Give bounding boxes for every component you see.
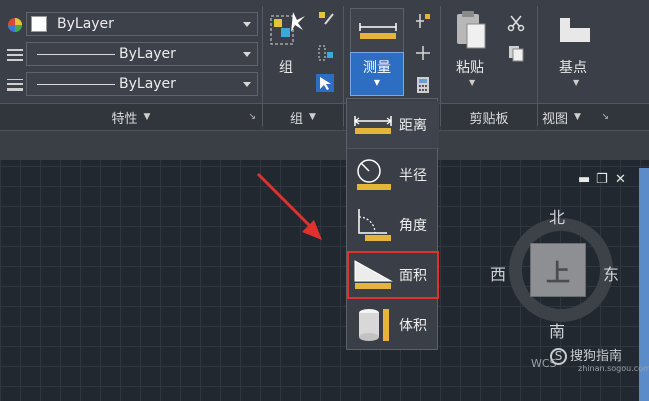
linetype-combo[interactable]: ByLayer: [26, 42, 258, 66]
linetype-value: ByLayer: [119, 46, 176, 62]
caret-down-icon: ▼: [309, 112, 316, 122]
measure-button-label: 测量: [363, 60, 391, 76]
properties-panel-footer[interactable]: 特性 ▼ ↘: [0, 103, 262, 130]
compass-east[interactable]: 东: [603, 261, 619, 285]
watermark-url: zhinan.sogou.com: [578, 364, 649, 373]
dialog-launcher-icon[interactable]: ↘: [601, 112, 609, 122]
base-point-label[interactable]: 基点: [559, 57, 587, 77]
group-selection-icon[interactable]: [316, 74, 334, 92]
ungroup-icon[interactable]: [317, 10, 335, 28]
view-panel-title: 视图: [542, 111, 569, 127]
restore-icon[interactable]: ❐: [596, 172, 608, 187]
group-button-label[interactable]: 组: [279, 57, 293, 77]
caret-down-icon[interactable]: ▼: [469, 78, 475, 87]
radius-icon: [357, 159, 391, 190]
measure-button[interactable]: 测量 ▼: [350, 52, 404, 96]
watermark: S 搜狗指南: [550, 345, 622, 365]
lineweight-icon[interactable]: [6, 76, 24, 94]
chevron-down-icon: [243, 82, 251, 87]
group-panel: 组 组 ▼: [263, 0, 343, 130]
clipboard-panel: 粘贴 ▼ 剪贴板: [441, 0, 537, 130]
measure-top-area[interactable]: [350, 8, 404, 52]
clipboard-panel-footer[interactable]: 剪贴板: [441, 103, 537, 130]
sogou-logo-icon: S: [550, 348, 567, 365]
menu-item-label: 半径: [399, 168, 427, 184]
caret-down-icon[interactable]: ▼: [573, 78, 579, 87]
menu-item-label: 体积: [399, 318, 427, 334]
measure-distance-icon: [359, 23, 397, 39]
caret-down-icon: ▼: [143, 112, 151, 122]
group-edit-icon[interactable]: [317, 44, 335, 62]
line-preview: [37, 53, 115, 55]
lineweight-value: ByLayer: [119, 76, 176, 92]
menu-item-volume[interactable]: 体积: [347, 301, 439, 349]
viewcube-top-face[interactable]: 上: [530, 243, 586, 297]
color-swatch: [31, 16, 47, 32]
compass-west[interactable]: 西: [490, 261, 506, 285]
menu-item-area[interactable]: 面积: [347, 251, 439, 299]
menu-item-angle[interactable]: 角度: [347, 201, 439, 249]
angle-icon: [358, 209, 391, 241]
menu-item-label: 角度: [399, 218, 427, 234]
distance-icon: [354, 115, 392, 134]
group-panel-title: 组: [290, 111, 304, 127]
scissors-icon[interactable]: [507, 14, 525, 32]
calculator-icon[interactable]: [414, 76, 432, 94]
menu-item-label: 距离: [399, 117, 427, 134]
minimize-icon[interactable]: ▬: [578, 172, 590, 187]
pointer-arrow-annotation: [256, 172, 322, 240]
dialog-launcher-icon[interactable]: ↘: [248, 112, 256, 122]
lineweight-combo[interactable]: ByLayer: [26, 72, 258, 96]
view-panel: 基点 ▼ 视图 ▼ ↘: [538, 0, 649, 130]
paste-button-label[interactable]: 粘贴: [456, 57, 484, 77]
color-wheel-icon[interactable]: [6, 16, 24, 34]
watermark-text: 搜狗指南: [570, 349, 623, 364]
group-panel-footer[interactable]: 组 ▼: [263, 103, 343, 130]
measure-dropdown-menu: 距离 半径 角度 面积 体积: [346, 98, 439, 350]
quick-select-icon[interactable]: [414, 12, 432, 30]
caret-down-icon: ▼: [574, 112, 581, 122]
properties-panel-title: 特性: [111, 111, 138, 127]
compass-north[interactable]: 北: [549, 204, 565, 228]
file-tab-strip: [0, 130, 649, 160]
linetype-icon[interactable]: [6, 46, 24, 64]
view-panel-footer[interactable]: 视图 ▼ ↘: [538, 103, 649, 130]
color-value: ByLayer: [57, 16, 114, 32]
menu-item-distance[interactable]: 距离: [347, 101, 439, 149]
chevron-down-icon: [243, 22, 251, 27]
copy-icon[interactable]: [507, 44, 525, 62]
volume-icon: [359, 309, 389, 341]
paste-icon[interactable]: [455, 10, 487, 50]
point-coordinate-icon[interactable]: [414, 44, 432, 62]
close-icon[interactable]: ✕: [615, 172, 626, 187]
menu-item-radius[interactable]: 半径: [347, 151, 439, 199]
menu-item-label: 面积: [399, 268, 427, 284]
area-icon: [354, 260, 393, 289]
base-point-icon[interactable]: [558, 14, 592, 44]
ribbon: ByLayer ByLayer ByLayer 特性 ▼ ↘ 组 组 ▼ 测量 …: [0, 0, 649, 130]
compass-south[interactable]: 南: [549, 318, 565, 342]
chevron-down-icon: [243, 52, 251, 57]
group-icon[interactable]: [267, 6, 305, 52]
line-preview: [37, 83, 115, 85]
caret-down-icon: ▼: [373, 78, 381, 87]
viewcube-face-label: 上: [546, 258, 570, 287]
color-combo[interactable]: ByLayer: [26, 12, 258, 36]
clipboard-panel-title: 剪贴板: [469, 111, 509, 127]
properties-panel: ByLayer ByLayer ByLayer 特性 ▼ ↘: [0, 0, 262, 130]
